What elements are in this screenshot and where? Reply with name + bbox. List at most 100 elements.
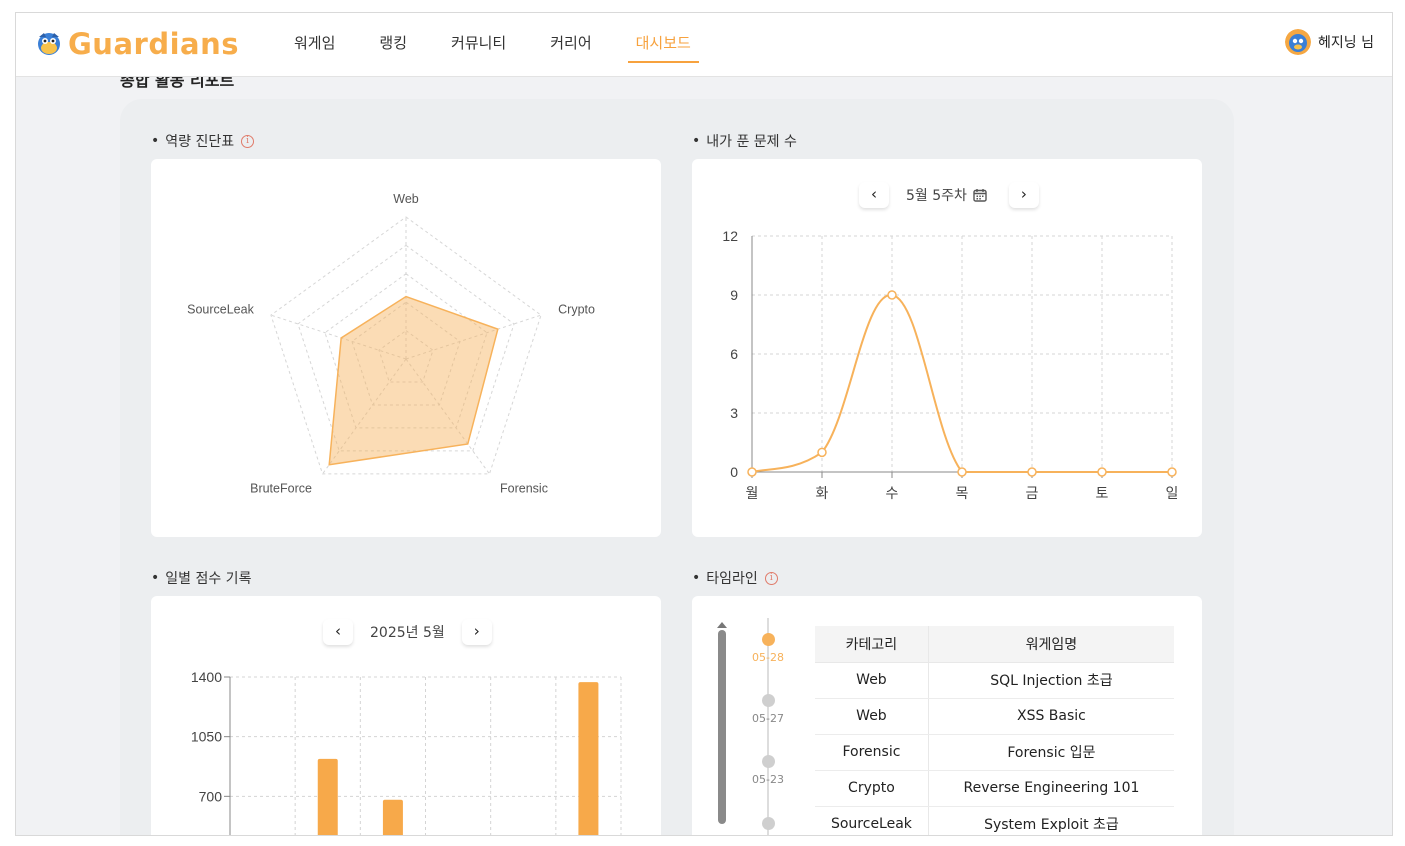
calendar-icon[interactable] xyxy=(973,188,987,202)
timeline-table: 카테고리 워게임명 Web SQL Injection 초급 Web XSS B… xyxy=(815,626,1174,835)
wargame-cell: XSS Basic xyxy=(927,698,1174,735)
prev-month-button[interactable]: ‹ xyxy=(323,619,353,645)
timeline-dot[interactable] xyxy=(762,694,775,707)
brand-logo[interactable]: Guardians xyxy=(34,27,239,61)
weekly-card: ‹ 5월 5주차 › 0 3 6 9 12 월 화 수 목 금 토 일 xyxy=(692,159,1202,537)
nav-ranking[interactable]: 랭킹 xyxy=(371,13,415,77)
radar-axis-label: BruteForce xyxy=(250,481,312,495)
weekly-line-chart: 0 3 6 9 12 월 화 수 목 금 토 일 xyxy=(722,228,1179,502)
user-menu[interactable]: 헤지닝 님 xyxy=(1285,29,1374,55)
wargame-cell: Reverse Engineering 101 xyxy=(927,770,1174,807)
timeline-date: 05-27 xyxy=(752,712,784,725)
timeline-section-label: • 타임라인 i xyxy=(692,568,778,588)
avatar xyxy=(1285,29,1312,55)
y-tick-label: 0 xyxy=(730,464,738,480)
info-icon[interactable]: i xyxy=(241,134,255,148)
y-tick-label: 1050 xyxy=(191,729,222,745)
y-tick-label: 3 xyxy=(730,405,738,421)
daily-title: 일별 점수 기록 xyxy=(165,571,252,587)
bar xyxy=(578,682,599,835)
weekly-title: 내가 푼 문제 수 xyxy=(706,134,797,150)
timeline-scrollbar[interactable] xyxy=(718,630,726,824)
bullet: • xyxy=(692,570,701,586)
radar-card: Web Crypto Forensic BruteForce SourceLeak xyxy=(151,159,661,537)
timeline-title: 타임라인 xyxy=(706,571,758,587)
data-point xyxy=(747,467,757,477)
week-pager: ‹ 5월 5주차 › xyxy=(859,182,1039,208)
nav-dashboard[interactable]: 대시보드 xyxy=(627,13,700,77)
data-point xyxy=(1027,467,1037,477)
wargame-cell: Forensic 입문 xyxy=(927,734,1174,771)
radar-axis-label: Crypto xyxy=(558,303,595,317)
bullet: • xyxy=(151,570,160,586)
radar-data-area xyxy=(328,295,499,466)
data-point xyxy=(1167,467,1177,477)
timeline-dot[interactable] xyxy=(762,755,775,768)
category-cell: Crypto xyxy=(815,770,929,807)
y-tick-label: 12 xyxy=(722,228,738,244)
category-cell: Forensic xyxy=(815,734,929,771)
nav-career[interactable]: 커리어 xyxy=(542,13,599,77)
top-navbar: Guardians 워게임 랭킹 커뮤니티 커리어 대시보드 헤지닝 님 xyxy=(16,13,1392,77)
next-week-button[interactable]: › xyxy=(1008,182,1039,208)
x-tick-label: 목 xyxy=(956,486,969,502)
wargame-cell: SQL Injection 초급 xyxy=(927,662,1174,699)
weekly-section-label: • 내가 푼 문제 수 xyxy=(692,131,797,151)
prev-week-button[interactable]: ‹ xyxy=(859,182,889,208)
radar-chart: Web Crypto Forensic BruteForce SourceLeak xyxy=(187,192,595,495)
x-tick-label: 일 xyxy=(1166,486,1179,502)
x-tick-label: 토 xyxy=(1096,486,1109,502)
y-tick-label: 6 xyxy=(730,346,738,362)
nav-community[interactable]: 커뮤니티 xyxy=(443,13,514,77)
column-header-category: 카테고리 xyxy=(815,626,929,663)
table-row[interactable]: Crypto Reverse Engineering 101 xyxy=(815,770,1174,807)
bullet: • xyxy=(692,133,701,149)
bar xyxy=(317,758,338,835)
radar-title: 역량 진단표 xyxy=(165,134,235,150)
main-nav: 워게임 랭킹 커뮤니티 커리어 대시보드 xyxy=(286,13,727,77)
daily-card: ‹ 2025년 5월 › 700 1050 1400 xyxy=(151,596,661,835)
y-tick-label: 700 xyxy=(199,788,223,804)
data-point xyxy=(957,467,967,477)
category-cell: SourceLeak xyxy=(815,806,929,835)
table-row[interactable]: SourceLeak System Exploit 초급 xyxy=(815,806,1174,835)
app-frame: Guardians 워게임 랭킹 커뮤니티 커리어 대시보드 헤지닝 님 종합 … xyxy=(15,12,1393,836)
scroll-up-icon[interactable] xyxy=(717,622,727,628)
category-cell: Web xyxy=(815,698,929,735)
nav-wargame[interactable]: 워게임 xyxy=(286,13,343,77)
timeline-date: 05-23 xyxy=(752,773,784,786)
category-cell: Web xyxy=(815,662,929,699)
x-tick-label: 월 xyxy=(746,486,759,502)
week-label: 5월 5주차 xyxy=(906,188,967,204)
x-tick-label: 수 xyxy=(886,486,899,502)
table-header-row: 카테고리 워게임명 xyxy=(815,626,1174,663)
bullet: • xyxy=(151,133,160,149)
table-row[interactable]: Web XSS Basic xyxy=(815,698,1174,735)
radar-axis-label: Forensic xyxy=(500,481,548,495)
month-pager: ‹ 2025년 5월 › xyxy=(323,619,492,645)
wargame-cell: System Exploit 초급 xyxy=(927,806,1174,835)
radar-axis-label: Web xyxy=(393,192,419,206)
data-point xyxy=(817,447,827,458)
data-point xyxy=(887,290,897,300)
x-tick-label: 금 xyxy=(1026,486,1039,502)
info-icon[interactable]: i xyxy=(764,571,778,585)
data-point xyxy=(1097,467,1107,477)
daily-section-label: • 일별 점수 기록 xyxy=(151,568,251,588)
user-name: 헤지닝 님 xyxy=(1318,35,1374,51)
radar-section-label: • 역량 진단표 i xyxy=(151,131,255,151)
next-month-button[interactable]: › xyxy=(461,619,492,645)
month-label: 2025년 5월 xyxy=(370,625,445,641)
bar xyxy=(382,799,403,835)
timeline-date: 05-28 xyxy=(752,651,784,664)
x-tick-label: 화 xyxy=(816,486,829,502)
y-tick-label: 9 xyxy=(730,287,738,303)
radar-axis-label: SourceLeak xyxy=(187,303,254,317)
timeline-dot[interactable] xyxy=(762,817,775,830)
column-header-wargame: 워게임명 xyxy=(927,626,1174,663)
timeline-card: 05-28 05-27 05-23 카테고리 워게임명 Web SQL Inje… xyxy=(692,596,1202,835)
table-row[interactable]: Forensic Forensic 입문 xyxy=(815,734,1174,771)
mascot-logo-icon xyxy=(38,33,60,55)
timeline-dot[interactable] xyxy=(762,633,775,646)
table-row[interactable]: Web SQL Injection 초급 xyxy=(815,662,1174,699)
